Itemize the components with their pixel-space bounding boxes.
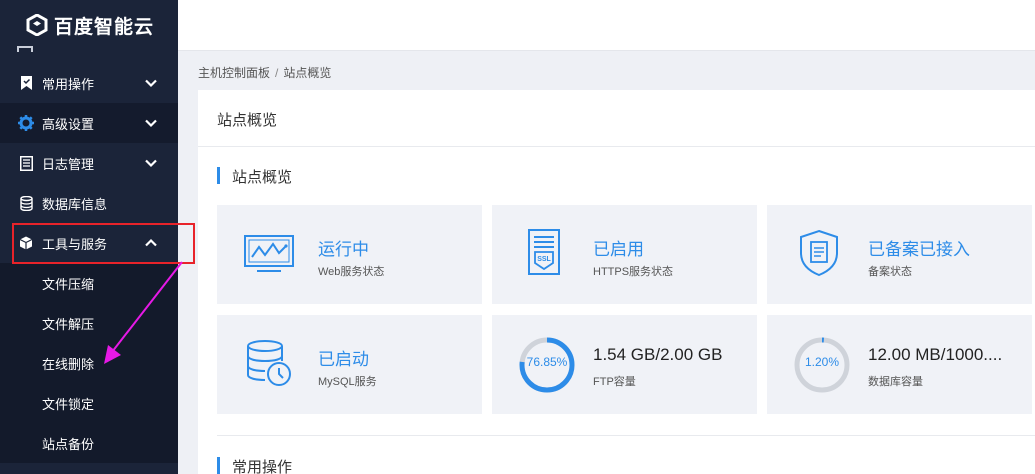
- chevron-down-icon: [145, 159, 157, 168]
- sidebar-item-database-info[interactable]: 数据库信息: [0, 183, 178, 223]
- https-status-label: HTTPS服务状态: [593, 266, 674, 278]
- main-panel: 站点概览 站点概览 运行中 Web服务状态 SSL 已启用 HTTPS服务状态: [198, 90, 1035, 474]
- ssl-certificate-icon: SSL: [528, 229, 560, 275]
- sidebar-subitem-site-backup[interactable]: 站点备份: [0, 423, 178, 463]
- section-title-common: 常用操作: [217, 456, 292, 474]
- web-status-label: Web服务状态: [318, 266, 385, 278]
- ftp-capacity-label: FTP容量: [593, 376, 636, 388]
- mysql-status-value: 已启动: [318, 350, 369, 369]
- svg-text:SSL: SSL: [537, 256, 551, 263]
- sidebar-item-log-management[interactable]: 日志管理: [0, 143, 178, 183]
- status-card-mysql: 已启动 MySQL服务: [217, 315, 482, 414]
- sidebar-item-label: 高级设置: [42, 116, 95, 132]
- db-capacity-label: 数据库容量: [868, 376, 923, 388]
- bookmark-icon: [18, 75, 34, 91]
- breadcrumb: 主机控制面板 / 站点概览: [198, 64, 331, 81]
- icp-status-label: 备案状态: [868, 266, 912, 278]
- sidebar-subitem-file-compress[interactable]: 文件压缩: [0, 263, 178, 303]
- sidebar-subitem-label: 在线删除: [42, 356, 95, 372]
- database-icon: [18, 195, 34, 211]
- divider: [217, 435, 1035, 436]
- sidebar-item-advanced-settings[interactable]: 高级设置: [0, 103, 178, 143]
- sidebar-subitem-label: 文件锁定: [42, 396, 95, 412]
- chevron-down-icon: [145, 79, 157, 88]
- ftp-capacity-value: 1.54 GB/2.00 GB: [593, 345, 723, 364]
- sidebar-subitem-file-extract[interactable]: 文件解压: [0, 303, 178, 343]
- sidebar-item-common-ops[interactable]: 常用操作: [0, 63, 178, 103]
- monitor-icon: [244, 235, 294, 272]
- sidebar-subitem-label: 文件压缩: [42, 276, 95, 292]
- page-title: 站点概览: [217, 112, 278, 129]
- icp-status-value: 已备案已接入: [868, 240, 970, 259]
- status-card-db-capacity: 1.20% 12.00 MB/1000.... 数据库容量: [767, 315, 1032, 414]
- status-card-https: SSL 已启用 HTTPS服务状态: [492, 205, 757, 304]
- partial-menu-icon: [17, 46, 33, 52]
- brand-name: 百度智能云: [54, 16, 155, 38]
- sidebar-subitem-label: 文件解压: [42, 316, 95, 332]
- baidu-cloud-logo-icon: [26, 14, 48, 36]
- breadcrumb-root[interactable]: 主机控制面板: [198, 66, 270, 80]
- log-icon: [18, 155, 34, 171]
- db-capacity-value: 12.00 MB/1000....: [868, 345, 1003, 364]
- status-card-icp: 已备案已接入 备案状态: [767, 205, 1032, 304]
- sidebar-subitem-label: 站点备份: [42, 436, 95, 452]
- breadcrumb-current: 站点概览: [283, 66, 332, 80]
- chevron-down-icon: [145, 119, 157, 128]
- mysql-status-label: MySQL服务: [318, 376, 377, 388]
- ftp-usage-percent: 76.85%: [526, 355, 568, 369]
- sidebar-subitem-file-lock[interactable]: 文件锁定: [0, 383, 178, 423]
- sidebar-item-label: 数据库信息: [42, 196, 108, 212]
- https-status-value: 已启用: [593, 240, 644, 259]
- status-card-ftp: 76.85% 1.54 GB/2.00 GB FTP容量: [492, 315, 757, 414]
- sidebar-item-label: 常用操作: [42, 76, 95, 92]
- web-status-value: 运行中: [318, 240, 369, 259]
- highlight-box: [12, 223, 195, 264]
- section-title-overview: 站点概览: [217, 166, 292, 187]
- sidebar-subitem-online-delete[interactable]: 在线删除: [0, 343, 178, 383]
- status-card-web: 运行中 Web服务状态: [217, 205, 482, 304]
- database-clock-icon: [247, 340, 291, 386]
- db-usage-percent: 1.20%: [804, 355, 840, 369]
- brand-logo[interactable]: 百度智能云: [0, 0, 178, 50]
- breadcrumb-separator: /: [275, 66, 279, 80]
- gear-icon: [18, 115, 34, 131]
- shield-document-icon: [800, 229, 838, 277]
- divider: [198, 146, 1035, 147]
- top-header: [178, 0, 1035, 51]
- sidebar-item-label: 日志管理: [42, 156, 95, 172]
